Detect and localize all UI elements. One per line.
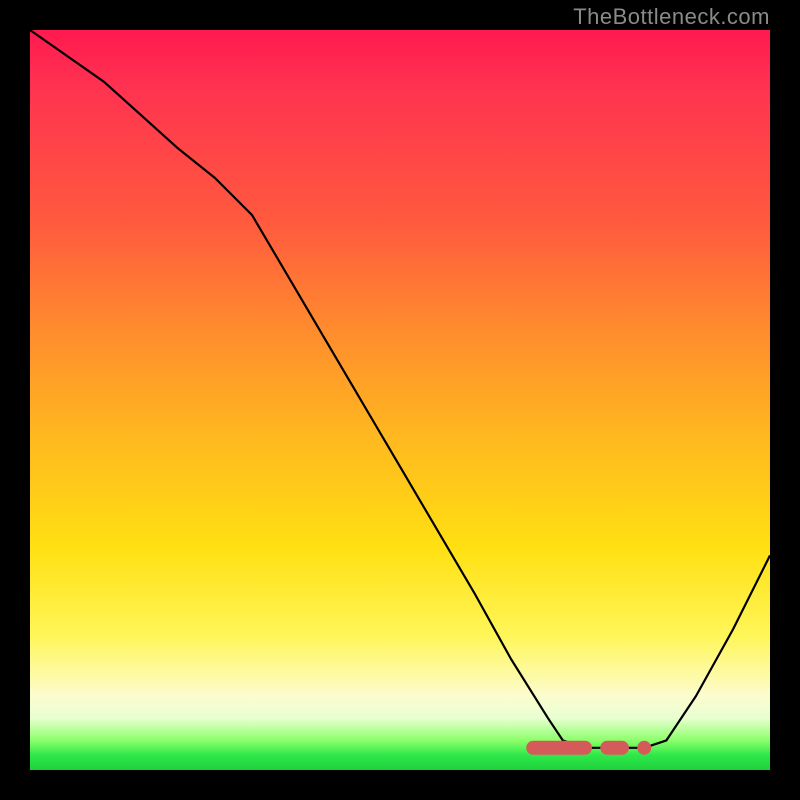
- bottleneck-curve: [30, 30, 770, 748]
- curve-svg: [30, 30, 770, 770]
- attribution-label: TheBottleneck.com: [573, 4, 770, 30]
- chart-frame: TheBottleneck.com: [0, 0, 800, 800]
- plot-area: [30, 30, 770, 770]
